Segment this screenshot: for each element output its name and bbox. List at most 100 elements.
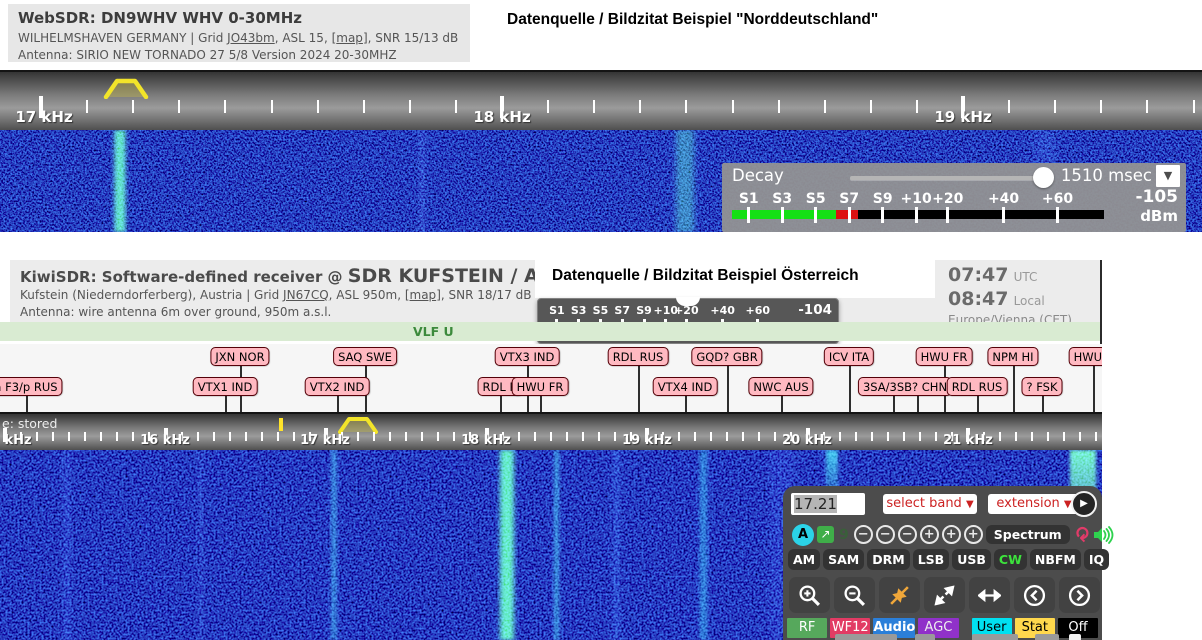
scale-tick-label: 18 kHz <box>473 108 530 126</box>
zoom-in-mag-button[interactable] <box>789 577 830 613</box>
band-label: VLF U <box>413 324 454 339</box>
zoom-in-icon[interactable]: + <box>964 525 983 544</box>
station-label[interactable]: RDL RUS <box>947 377 1008 396</box>
station-label[interactable]: ICV ITA <box>824 347 874 366</box>
scale-tick <box>919 432 921 441</box>
scale-tick <box>871 432 873 441</box>
smeter-scale-label: S7 <box>614 304 630 317</box>
zoom-out-icon[interactable]: − <box>898 525 917 544</box>
tune-icon[interactable]: ↗ <box>817 526 834 543</box>
passband-icon[interactable] <box>103 77 149 99</box>
station-connector-line <box>1093 365 1095 412</box>
frequency-input[interactable]: 17.21 <box>791 493 865 515</box>
websdr-frequency-scale[interactable]: 17 kHz18 kHz19 kHz <box>0 70 1202 130</box>
smeter-tick <box>747 207 750 223</box>
station-connector-line <box>337 395 339 412</box>
scale-tick <box>710 432 712 441</box>
scale-tick <box>1100 100 1102 113</box>
scale-tick <box>935 432 937 441</box>
grid-link[interactable]: JN67CQ <box>283 288 329 302</box>
decay-slider-track[interactable] <box>850 176 1045 180</box>
scale-tick <box>534 432 536 441</box>
mode-button-lsb[interactable]: LSB <box>913 549 950 570</box>
audio-a-icon[interactable]: A <box>792 524 814 546</box>
mode-button-cw[interactable]: CW <box>994 549 1027 570</box>
swap-button[interactable] <box>969 577 1010 613</box>
scale-tick <box>855 432 857 441</box>
station-label[interactable]: a F3/p RUS <box>0 377 63 396</box>
station-label[interactable]: NWC AUS <box>748 377 813 396</box>
signal-streak <box>330 450 338 640</box>
expand-button[interactable] <box>924 577 965 613</box>
caption-oesterreich: Datenquelle / Bildzitat Beispiel Österre… <box>552 267 859 285</box>
map-link[interactable]: map <box>410 288 437 302</box>
station-label[interactable]: HWU FR <box>512 377 569 396</box>
band-bar: VLF U <box>0 322 1102 341</box>
compress-button[interactable] <box>879 577 920 613</box>
scale-tick <box>824 100 826 113</box>
scale-tick <box>774 432 776 441</box>
select-band-dropdown[interactable]: select band ▼ <box>883 494 977 514</box>
decay-dropdown-button[interactable]: ▼ <box>1156 165 1180 187</box>
station-label[interactable]: VTX4 IND <box>653 377 718 396</box>
station-label[interactable]: SAQ SWE <box>333 347 397 366</box>
zoom-in-icon[interactable]: + <box>942 525 961 544</box>
station-label[interactable]: GQD? GBR <box>691 347 762 366</box>
scale-tick <box>261 432 263 441</box>
station-label[interactable]: HWU FR <box>916 347 973 366</box>
websdr-antenna: Antenna: SIRIO NEW TORNADO 27 5/8 Versio… <box>18 47 460 64</box>
station-label[interactable]: NPM HI <box>987 347 1038 366</box>
prev-button[interactable] <box>1014 577 1055 613</box>
scale-tick <box>678 432 680 441</box>
smeter-scale-label: +20 <box>932 191 963 207</box>
signal-streak <box>553 450 560 640</box>
scale-tick <box>317 100 319 113</box>
scale-tick <box>437 432 439 441</box>
hidden-button-fragment <box>915 634 935 640</box>
mode-button-drm[interactable]: DRM <box>867 549 909 570</box>
station-connector-line <box>500 395 502 412</box>
scale-tick <box>887 432 889 441</box>
play-button[interactable]: ▶ <box>1071 491 1097 517</box>
scale-tick <box>100 432 102 441</box>
station-label[interactable]: ? FSK <box>1021 377 1062 396</box>
station-label[interactable]: 3SA/3SB? CHN <box>858 377 952 396</box>
scale-tick <box>839 432 841 441</box>
decay-slider-thumb[interactable] <box>1033 167 1054 188</box>
station-label[interactable]: JXN NOR <box>210 347 269 366</box>
speaker-icon[interactable] <box>1092 525 1114 545</box>
smeter-scale-label: +20 <box>674 304 699 317</box>
decay-panel: Decay 1510 msec ▼ S1S3S5S7S9+10+20+40+60… <box>722 163 1186 232</box>
station-connector-line <box>727 365 729 412</box>
grid-link[interactable]: JO43bm <box>227 31 275 45</box>
refresh-icon[interactable]: ⟳ <box>1071 527 1090 543</box>
scale-tick <box>582 432 584 441</box>
mode-button-nbfm[interactable]: NBFM <box>1030 549 1081 570</box>
scale-tick <box>229 432 231 441</box>
next-button[interactable] <box>1059 577 1100 613</box>
smeter-scale-label: S1 <box>549 304 565 317</box>
station-label[interactable]: HWU F <box>1069 347 1102 366</box>
station-label[interactable]: VTX1 IND <box>193 377 258 396</box>
partial-buttons-row <box>783 634 1102 640</box>
scale-tick <box>1054 100 1056 113</box>
mode-button-usb[interactable]: USB <box>952 549 991 570</box>
extension-dropdown[interactable]: extension ▼ <box>988 494 1080 514</box>
kiwisdr-frequency-scale[interactable]: e: stored kHz16 kHz17 kHz18 kHz19 kHz20 … <box>0 412 1102 450</box>
zoom-out-icon[interactable]: − <box>854 525 873 544</box>
mode-button-sam[interactable]: SAM <box>823 549 864 570</box>
mode-button-am[interactable]: AM <box>788 549 820 570</box>
station-label[interactable]: RDL RUS <box>608 347 669 366</box>
scale-tick <box>550 432 552 441</box>
mode-button-iq[interactable]: IQ <box>1084 549 1109 570</box>
zoom-out-mag-button[interactable] <box>834 577 875 613</box>
spectrum-button[interactable]: Spectrum <box>986 525 1070 544</box>
local-time: 08:47 <box>948 288 1008 310</box>
map-link[interactable]: map <box>336 31 363 45</box>
station-label[interactable]: VTX2 IND <box>305 377 370 396</box>
smeter-tick <box>1002 207 1005 223</box>
station-label[interactable]: VTX3 IND <box>495 347 560 366</box>
scale-tick <box>598 432 600 441</box>
zoom-in-icon[interactable]: + <box>920 525 939 544</box>
zoom-out-icon[interactable]: − <box>876 525 895 544</box>
